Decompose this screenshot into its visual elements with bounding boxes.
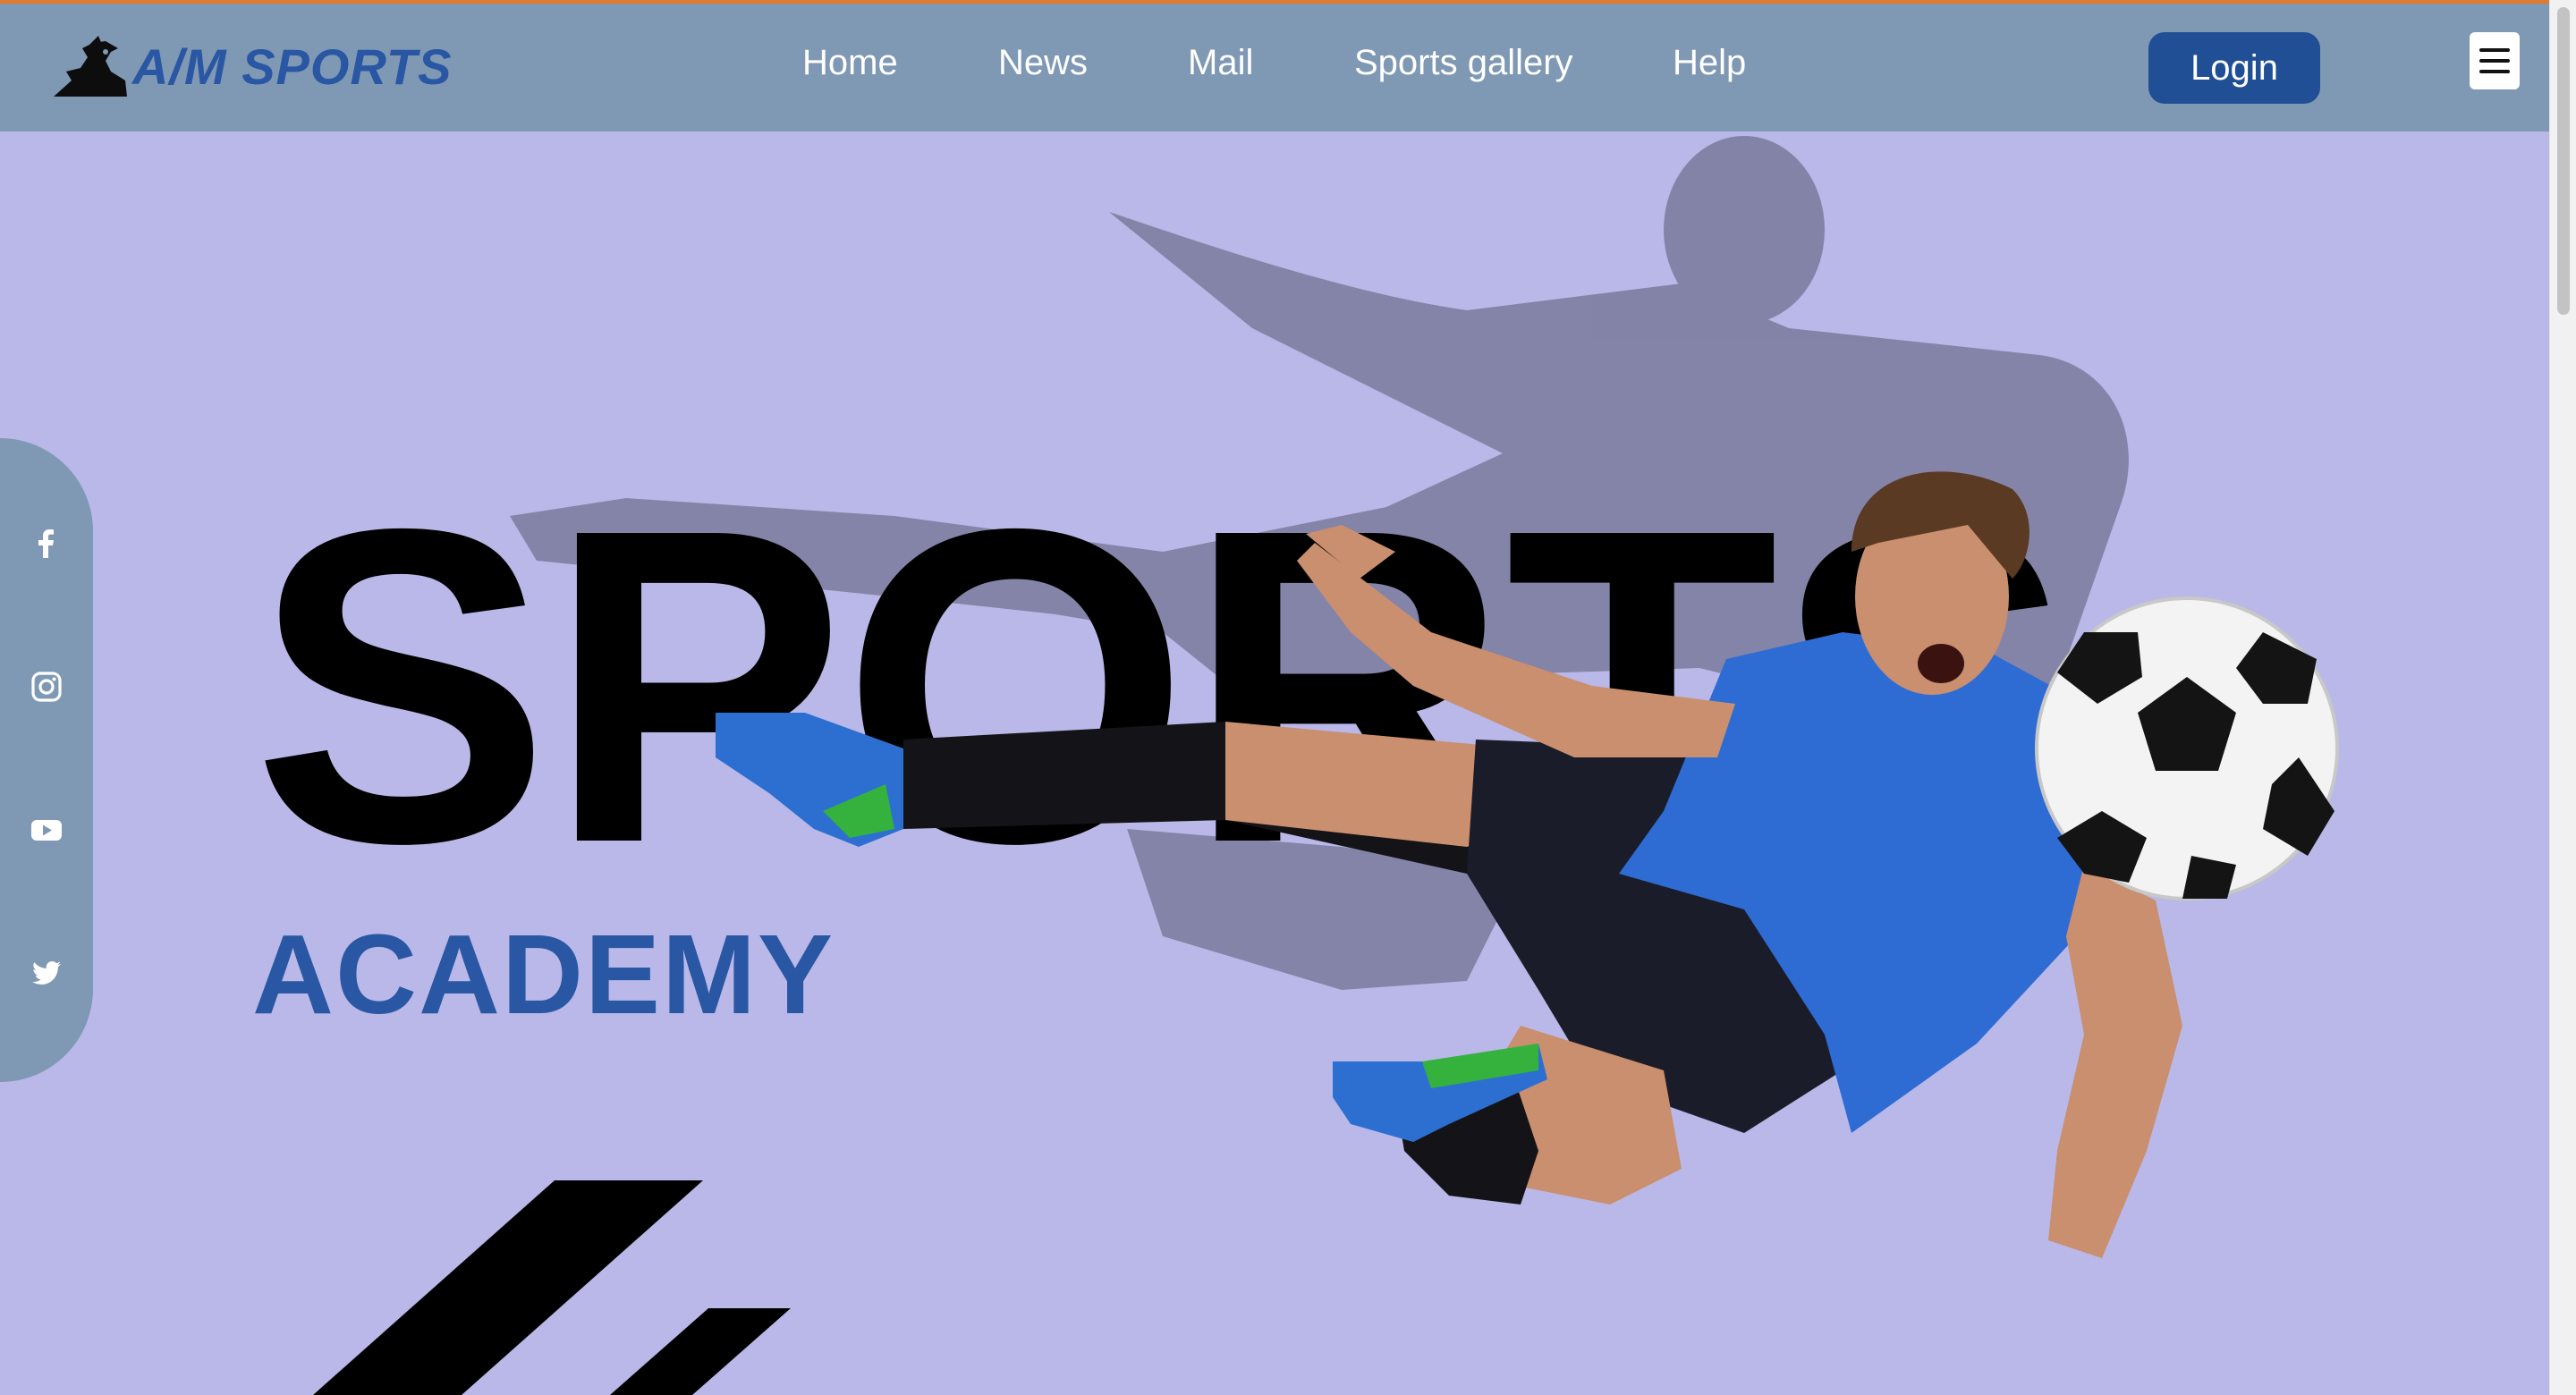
login-button[interactable]: Login — [2148, 32, 2320, 104]
site-header: A/M SPORTS Home News Mail Sports gallery… — [0, 4, 2549, 131]
nav-home[interactable]: Home — [802, 43, 898, 83]
menu-line — [2479, 48, 2510, 52]
nav-help[interactable]: Help — [1673, 43, 1746, 83]
nav-sports-gallery[interactable]: Sports gallery — [1354, 43, 1573, 83]
menu-line — [2479, 59, 2510, 63]
social-sidebar — [0, 438, 93, 1082]
nav-mail[interactable]: Mail — [1188, 43, 1253, 83]
scrollbar-thumb[interactable] — [2557, 7, 2570, 315]
hero-section: SPORTS ACADEMY — [0, 131, 2549, 1395]
instagram-icon[interactable] — [27, 667, 66, 706]
menu-line — [2479, 70, 2510, 73]
decorative-stripes — [313, 1180, 791, 1395]
twitter-icon[interactable] — [27, 953, 66, 993]
youtube-icon[interactable] — [27, 810, 66, 850]
page-scrollbar[interactable] — [2549, 0, 2576, 1395]
facebook-icon[interactable] — [27, 524, 66, 563]
hamburger-menu-icon[interactable] — [2470, 32, 2520, 89]
nav-news[interactable]: News — [998, 43, 1088, 83]
